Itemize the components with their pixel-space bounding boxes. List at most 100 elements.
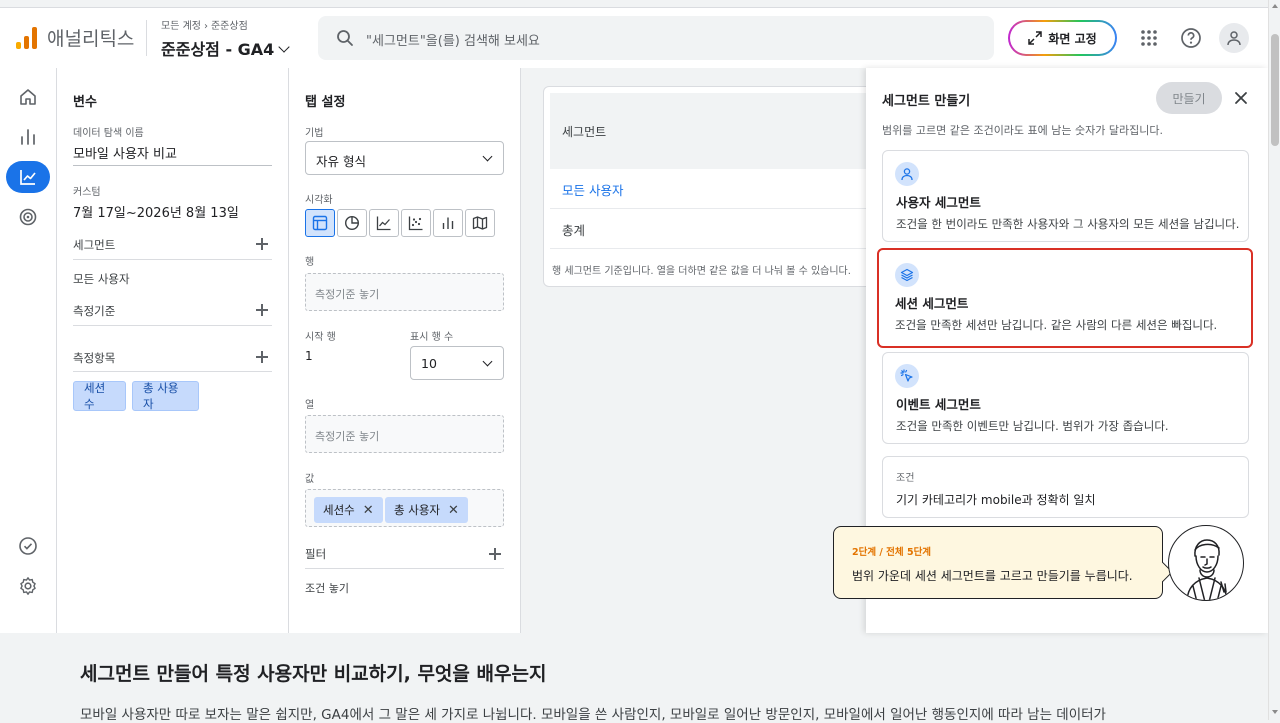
table-row[interactable]: 모든 사용자 [550, 169, 872, 209]
analytics-logo-icon[interactable] [16, 27, 38, 49]
tab-settings-panel: 탭 설정 기법 자유 형식 시각화 행 측정기준 놓기 시작 행 1 표시 행 … [289, 68, 521, 633]
dimensions-section-label: 측정기준 [73, 304, 116, 318]
search-icon [337, 30, 353, 46]
bar-chart-viz-icon[interactable] [433, 209, 463, 237]
show-rows-label: 표시 행 수 [410, 332, 454, 343]
metric-chip-sessions[interactable]: 세션수 [73, 381, 126, 411]
guide-message: 범위 가운데 세션 세그먼트를 고르고 만들기를 누릅니다. [852, 569, 1133, 583]
variables-title: 변수 [73, 95, 97, 110]
scroll-up-arrow-icon[interactable] [1272, 4, 1278, 8]
explore-icon[interactable] [6, 161, 50, 193]
segment-builder-title: 세그먼트 만들기 [882, 94, 971, 109]
condition-card[interactable]: 조건 기기 카테고리가 mobile과 정확히 일치 [882, 456, 1249, 518]
date-range-picker[interactable]: 7월 17일~2026년 8월 13일 [73, 202, 239, 221]
browser-top-strip [0, 0, 1268, 8]
technique-select[interactable]: 자유 형식 [305, 141, 504, 175]
table-row-total: 총계 [550, 209, 872, 249]
value-chip-sessions[interactable]: 세션수 ✕ [314, 497, 383, 523]
dimensions-divider [73, 325, 272, 326]
search-bar[interactable]: "세그먼트"을(를) 검색해 보세요 [318, 16, 994, 60]
top-header: 애널리틱스 모든 계정 › 준준상점 준준상점 - GA4 "세그먼트"을(를) 검… [0, 8, 1268, 68]
expand-icon [1028, 31, 1043, 45]
settings-gear-icon[interactable] [6, 570, 50, 602]
help-icon[interactable] [1177, 24, 1205, 52]
exploration-canvas: 세그먼트 모든 사용자 총계 행 세그먼트 기준입니다. 열을 더하면 같은 값… [521, 68, 873, 633]
breadcrumb-account[interactable]: 모든 계정 [161, 21, 201, 32]
show-rows-value: 10 [421, 356, 437, 371]
donut-chart-viz-icon[interactable] [337, 209, 367, 237]
scrollbar-thumb[interactable] [1271, 34, 1279, 146]
value-chip-label: 총 사용자 [394, 503, 440, 517]
rows-drop-zone[interactable]: 측정기준 놓기 [305, 273, 504, 311]
property-selector[interactable]: 준준상점 - GA4 [161, 36, 290, 60]
person-icon [895, 162, 919, 186]
value-chip-total-users[interactable]: 총 사용자 ✕ [385, 497, 468, 523]
person-icon [1227, 31, 1241, 46]
advertising-target-icon[interactable] [6, 201, 50, 233]
results-table: 세그먼트 모든 사용자 총계 행 세그먼트 기준입니다. 열을 더하면 같은 값… [543, 86, 873, 287]
close-icon[interactable] [1231, 88, 1251, 108]
table-note: 행 세그먼트 기준입니다. 열을 더하면 같은 값을 더 나눠 볼 수 있습니다… [552, 266, 851, 277]
card-title: 사용자 세그먼트 [896, 195, 981, 210]
card-description: 조건을 만족한 이벤트만 남깁니다. 범위가 가장 좁습니다. [896, 419, 1169, 433]
variables-panel: 변수 데이터 탐색 이름 모바일 사용자 비교 커스텀 7월 17일~2026년… [57, 68, 289, 633]
remove-close-icon[interactable]: ✕ [363, 503, 374, 518]
event-segment-card[interactable]: 이벤트 세그먼트 조건을 만족한 이벤트만 남깁니다. 범위가 가장 좁습니다. [882, 352, 1249, 444]
tab-settings-title: 탭 설정 [305, 95, 346, 110]
scroll-down-arrow-icon[interactable] [1272, 710, 1278, 714]
breadcrumb-chevron-icon: › [203, 21, 208, 32]
exploration-name-underline [73, 165, 272, 166]
pin-screen-button[interactable]: 화면 고정 [1008, 20, 1117, 56]
columns-label: 열 [305, 400, 315, 411]
metrics-divider [73, 371, 272, 372]
visualization-label: 시각화 [305, 195, 333, 206]
home-icon[interactable] [6, 81, 50, 113]
geo-map-viz-icon[interactable] [465, 209, 495, 237]
date-custom-label: 커스텀 [73, 187, 101, 198]
metric-chip-total-users[interactable]: 총 사용자 [132, 381, 199, 411]
add-segment-plus-icon[interactable] [256, 238, 268, 250]
create-segment-button[interactable]: 만들기 [1156, 82, 1222, 114]
line-chart-viz-icon[interactable] [369, 209, 399, 237]
user-segment-card[interactable]: 사용자 세그먼트 조건을 한 번이라도 만족한 사용자와 그 사용자의 모든 세… [882, 150, 1249, 242]
account-avatar[interactable] [1219, 23, 1249, 53]
article-title: 세그먼트 만들어 특정 사용자만 비교하기, 무엇을 배우는지 [80, 663, 547, 685]
brand-name: 애널리틱스 [47, 28, 135, 50]
segments-divider [73, 259, 272, 260]
start-row-input[interactable]: 1 [305, 349, 313, 363]
exploration-name-input[interactable]: 모바일 사용자 비교 [73, 143, 177, 162]
page-scrollbar[interactable] [1268, 0, 1280, 720]
breadcrumb[interactable]: 모든 계정 › 준준상점 [161, 17, 248, 32]
guide-tooltip: 2단계 / 전체 5단계 범위 가운데 세션 세그먼트를 고르고 만들기를 누릅… [833, 526, 1173, 599]
show-rows-select[interactable]: 10 [410, 346, 504, 380]
breadcrumb-property[interactable]: 준준상점 [211, 21, 248, 32]
reports-bar-icon[interactable] [6, 121, 50, 153]
chevron-down-icon [482, 356, 493, 367]
values-drop-zone[interactable]: 세션수 ✕ 총 사용자 ✕ [305, 489, 504, 527]
start-row-label: 시작 행 [305, 332, 336, 343]
header-divider [146, 20, 147, 56]
table-viz-icon[interactable] [305, 209, 335, 237]
segment-item[interactable]: 모든 사용자 [73, 271, 130, 287]
chevron-down-icon [482, 151, 493, 162]
filters-drop-zone[interactable]: 조건 놓기 [305, 580, 349, 596]
segments-section-label: 세그먼트 [73, 238, 116, 252]
add-dimension-plus-icon[interactable] [256, 304, 268, 316]
add-filter-plus-icon[interactable] [489, 548, 501, 560]
columns-drop-zone[interactable]: 측정기준 놓기 [305, 415, 504, 453]
check-circle-icon[interactable] [6, 530, 50, 562]
session-segment-card[interactable]: 세션 세그먼트 조건을 만족한 세션만 남깁니다. 같은 사람의 다른 세션은 … [877, 248, 1253, 348]
rows-label: 행 [305, 257, 315, 268]
remove-close-icon[interactable]: ✕ [448, 503, 459, 518]
card-description: 조건을 만족한 세션만 남깁니다. 같은 사람의 다른 세션은 빠집니다. [895, 318, 1218, 332]
cursor-click-icon [895, 364, 919, 388]
condition-label: 조건 [896, 473, 915, 484]
filters-divider [305, 568, 504, 569]
search-placeholder: "세그먼트"을(를) 검색해 보세요 [366, 34, 540, 49]
filters-section-label: 필터 [305, 547, 327, 561]
apps-grid-icon[interactable] [1135, 24, 1163, 52]
technique-label: 기법 [305, 128, 324, 139]
scatter-plot-viz-icon[interactable] [401, 209, 431, 237]
add-metric-plus-icon[interactable] [256, 351, 268, 363]
metrics-section-label: 측정항목 [73, 351, 116, 365]
